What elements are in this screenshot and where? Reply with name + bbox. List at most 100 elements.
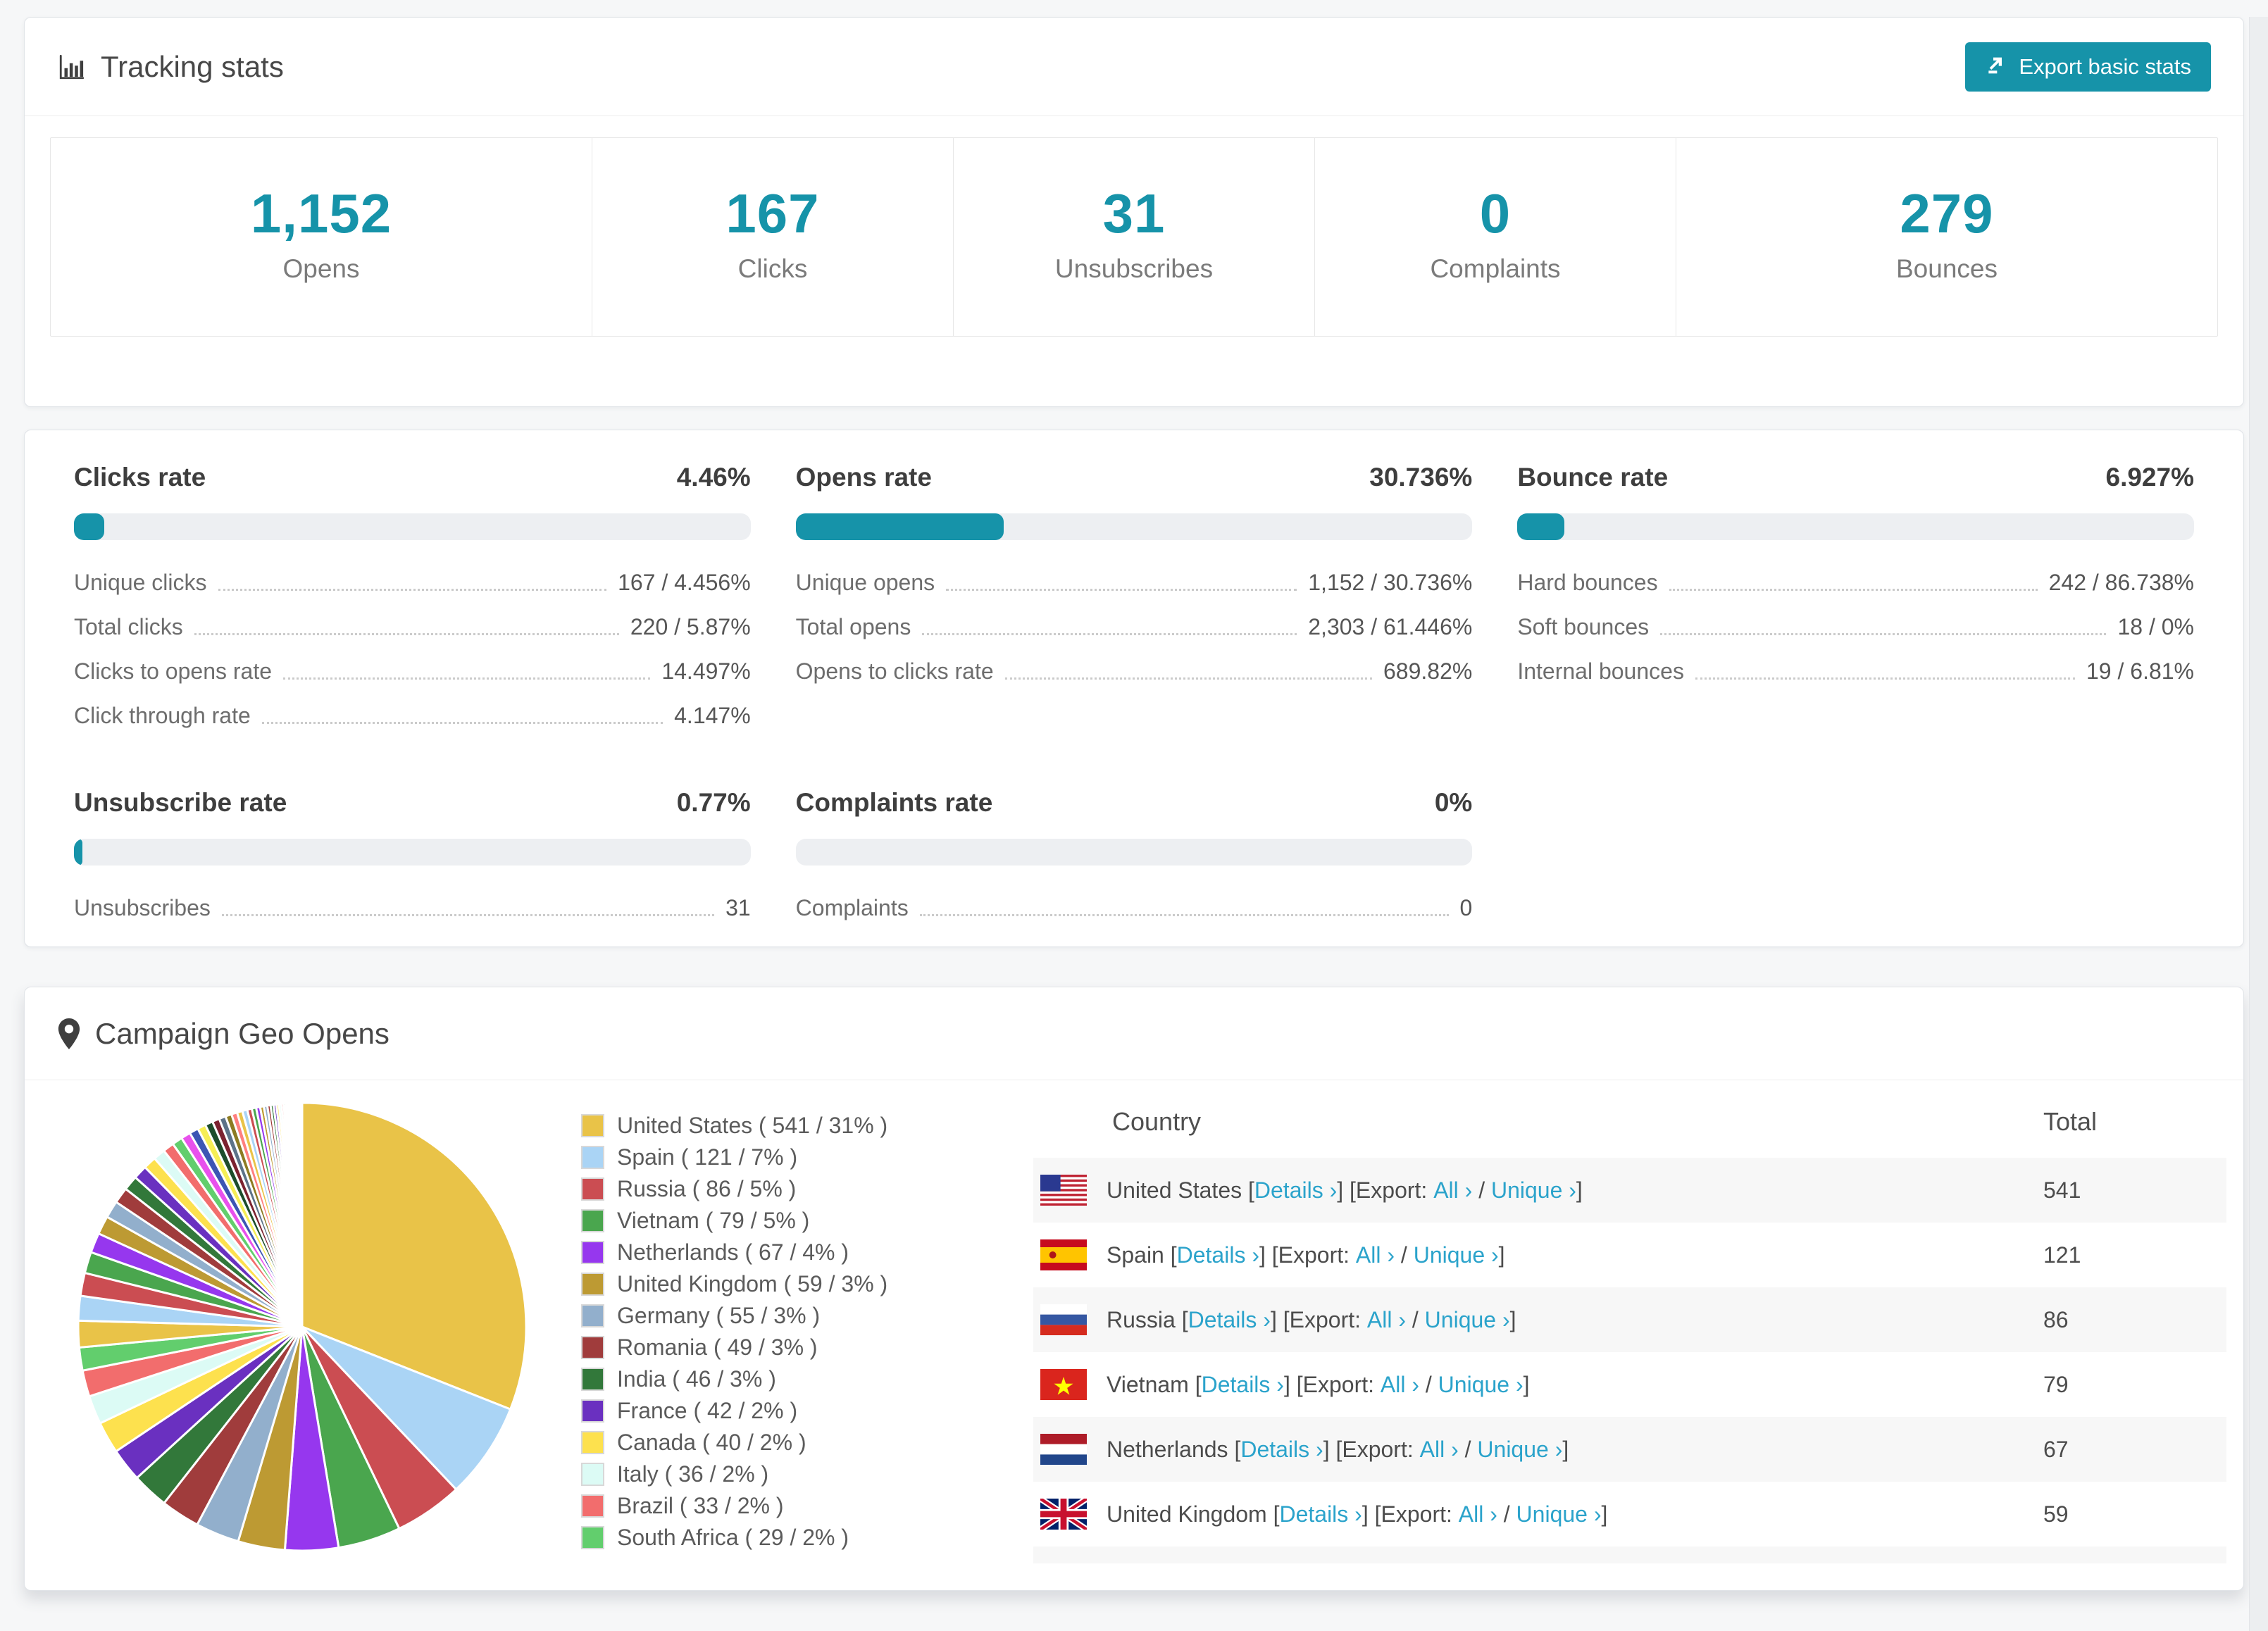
export-unique-link[interactable]: Unique › <box>1414 1242 1499 1268</box>
legend-swatch <box>581 1114 604 1137</box>
legend-item[interactable]: United Kingdom ( 59 / 3% ) <box>581 1271 1032 1297</box>
bracket-text: ] <box>1576 1177 1583 1203</box>
rate-progress-bar <box>74 839 751 866</box>
total-cell: 59 <box>2043 1501 2069 1527</box>
export-icon <box>1985 53 2007 81</box>
country-name: Russia <box>1107 1306 1176 1332</box>
table-row: Germany [Details ›] [Export: All › / Uni… <box>1033 1546 2226 1563</box>
separator-text: / <box>1472 1177 1491 1203</box>
dotted-leader <box>1004 677 1372 680</box>
bracket-text: ] <box>1562 1436 1569 1462</box>
geo-table: Country Total United States [Details ›] … <box>1033 1089 2226 1563</box>
legend-swatch <box>581 1146 604 1169</box>
stat-box: 1,152 Opens <box>51 138 592 336</box>
export-all-link[interactable]: All › <box>1356 1242 1395 1268</box>
export-all-link[interactable]: All › <box>1459 1501 1497 1527</box>
dotted-leader <box>1660 633 2107 635</box>
legend-item[interactable]: United States ( 541 / 31% ) <box>581 1113 1032 1139</box>
bracket-text: ] [Export: <box>1259 1242 1356 1268</box>
legend-item[interactable]: Italy ( 36 / 2% ) <box>581 1461 1032 1487</box>
rate-rows: Unique clicks 167 / 4.456% Total clicks 220… <box>74 570 751 729</box>
rate-row: Unique opens 1,152 / 30.736% <box>796 570 1473 596</box>
rate-progress-fill <box>795 513 1004 540</box>
bracket-text: ] [Export: <box>1362 1501 1459 1527</box>
geo-table-wrap: Country Total United States [Details ›] … <box>1033 1089 2226 1563</box>
legend-item[interactable]: France ( 42 / 2% ) <box>581 1398 1032 1424</box>
legend-item[interactable]: Romania ( 49 / 3% ) <box>581 1335 1032 1361</box>
rate-row: Internal bounces 19 / 6.81% <box>1517 658 2194 685</box>
country-cell: Germany [Details ›] [Export: All › / Uni… <box>1033 1546 2036 1563</box>
details-link[interactable]: Details › <box>1202 1372 1284 1398</box>
legend-label: Canada ( 40 / 2% ) <box>617 1430 806 1455</box>
us-flag-icon <box>1040 1175 1087 1206</box>
geo-title: Campaign Geo Opens <box>95 1016 390 1050</box>
geo-content: United States ( 541 / 31% ) Spain ( 121 /… <box>25 1080 2243 1563</box>
rate-row: Unsubscribes 31 <box>74 895 751 921</box>
export-all-link[interactable]: All › <box>1433 1177 1472 1204</box>
nl-flag-icon <box>1040 1434 1087 1465</box>
stat-label: Complaints <box>1430 254 1561 283</box>
vn-flag-icon <box>1040 1369 1087 1400</box>
legend-label: United States ( 541 / 31% ) <box>617 1113 888 1138</box>
legend-item[interactable]: Spain ( 121 / 7% ) <box>581 1144 1032 1170</box>
legend-item[interactable]: Brazil ( 33 / 2% ) <box>581 1493 1032 1519</box>
rate-row-label: Total opens <box>795 614 911 639</box>
rate-row-value: 18 / 0% <box>2117 614 2194 639</box>
country-name: United Kingdom <box>1107 1501 1267 1527</box>
rate-row-label: Unique clicks <box>74 570 207 595</box>
legend-item[interactable]: India ( 46 / 3% ) <box>581 1366 1032 1392</box>
export-unique-link[interactable]: Unique › <box>1516 1501 1602 1527</box>
export-basic-stats-button[interactable]: Export basic stats <box>1965 42 2211 92</box>
table-row: United States [Details ›] [Export: All ›… <box>1033 1158 2226 1223</box>
rate-row-value: 1,152 / 30.736% <box>1308 570 1473 595</box>
total-cell: 67 <box>2043 1436 2069 1462</box>
rate-row-value: 167 / 4.456% <box>618 570 751 595</box>
tracking-stats-card: Tracking stats Export basic stats 1,152 O… <box>24 17 2244 407</box>
details-link[interactable]: Details › <box>1254 1177 1337 1204</box>
legend-item[interactable]: Netherlands ( 67 / 4% ) <box>581 1239 1032 1266</box>
rate-row-value: 14.497% <box>661 658 751 684</box>
separator-text: / <box>1406 1306 1425 1332</box>
pie-slice-other-47[interactable] <box>300 1101 304 1328</box>
export-unique-link[interactable]: Unique › <box>1491 1177 1576 1204</box>
export-all-link[interactable]: All › <box>1381 1372 1419 1398</box>
rate-title: Clicks rate <box>74 463 206 492</box>
rate-row-value: 242 / 86.738% <box>2048 570 2194 595</box>
details-link[interactable]: Details › <box>1188 1307 1271 1333</box>
details-link[interactable]: Details › <box>1279 1501 1362 1527</box>
bracket-text: ] <box>1509 1306 1516 1332</box>
stat-value: 167 <box>725 182 820 244</box>
dotted-leader <box>261 722 663 724</box>
export-all-link[interactable]: All › <box>1420 1437 1459 1463</box>
legend-item[interactable]: Vietnam ( 79 / 5% ) <box>581 1208 1032 1234</box>
export-unique-link[interactable]: Unique › <box>1438 1372 1524 1398</box>
dotted-leader <box>1669 589 2038 591</box>
legend-swatch <box>581 1209 604 1232</box>
export-unique-link[interactable]: Unique › <box>1425 1307 1510 1333</box>
legend-item[interactable]: Canada ( 40 / 2% ) <box>581 1430 1032 1456</box>
rate-block: Complaints rate 0% Complaints 0 <box>795 788 1473 939</box>
legend-label: Spain ( 121 / 7% ) <box>617 1144 798 1170</box>
separator-text: / <box>1497 1501 1516 1527</box>
tracking-stats-header: Tracking stats Export basic stats <box>25 18 2243 116</box>
rate-row: Complaints 0 <box>796 895 1473 921</box>
details-link[interactable]: Details › <box>1240 1437 1323 1463</box>
legend-item[interactable]: Germany ( 55 / 3% ) <box>581 1303 1032 1329</box>
legend-label: United Kingdom ( 59 / 3% ) <box>617 1271 888 1296</box>
country-cell: Spain [Details ›] [Export: All › / Uniqu… <box>1033 1223 2036 1287</box>
rate-row: Soft bounces 18 / 0% <box>1517 614 2194 640</box>
geo-pie-chart[interactable] <box>70 1089 563 1563</box>
legend-label: Romania ( 49 / 3% ) <box>617 1335 818 1360</box>
rate-rows: Complaints 0 <box>796 895 1473 921</box>
rate-row-label: Unsubscribes <box>74 895 211 920</box>
page-scrollbar[interactable] <box>2249 17 2268 1631</box>
dotted-leader <box>1695 677 2075 680</box>
export-unique-link[interactable]: Unique › <box>1477 1437 1562 1463</box>
export-all-link[interactable]: All › <box>1367 1307 1406 1333</box>
legend-item[interactable]: Russia ( 86 / 5% ) <box>581 1176 1032 1202</box>
rate-progress-bar <box>795 513 1473 540</box>
campaign-geo-opens-card: Campaign Geo Opens United States ( 541 /… <box>24 987 2244 1591</box>
details-link[interactable]: Details › <box>1177 1242 1259 1268</box>
rate-row-value: 220 / 5.87% <box>630 614 751 639</box>
legend-item[interactable]: South Africa ( 29 / 2% ) <box>581 1525 1032 1551</box>
